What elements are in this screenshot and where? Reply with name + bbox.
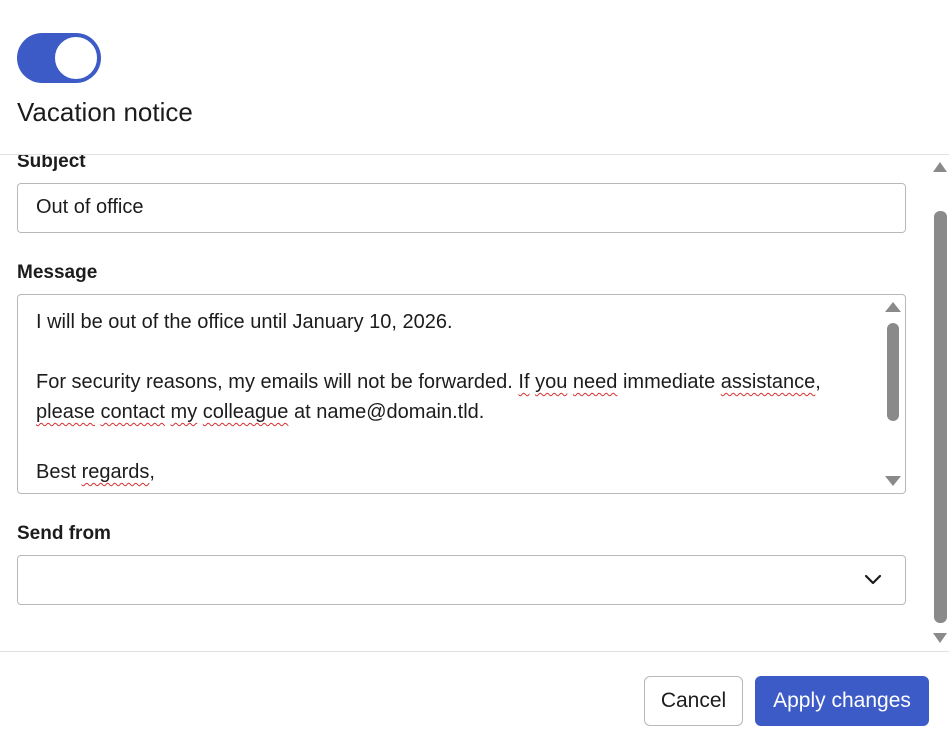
- dialog-title: Vacation notice: [17, 97, 193, 127]
- dialog-header: Vacation notice: [0, 0, 949, 154]
- scroll-down-arrow-icon[interactable]: [885, 476, 901, 486]
- form-scroll-area: Subject Out of office Message I will be …: [0, 155, 932, 651]
- chevron-down-icon: [864, 574, 882, 585]
- footer-divider: [0, 651, 949, 652]
- form-scrollbar[interactable]: [932, 155, 949, 651]
- message-line: [36, 337, 871, 367]
- toggle-knob: [53, 35, 99, 81]
- message-line: [36, 427, 871, 457]
- scroll-down-arrow-icon[interactable]: [933, 633, 947, 643]
- vacation-toggle[interactable]: [17, 33, 101, 83]
- scroll-up-arrow-icon[interactable]: [933, 162, 947, 172]
- message-line: I will be out of the office until Januar…: [36, 311, 453, 333]
- scrollbar-thumb[interactable]: [934, 211, 947, 623]
- send-from-label: Send from: [17, 523, 111, 544]
- scroll-up-arrow-icon[interactable]: [885, 302, 901, 312]
- send-from-select[interactable]: [17, 555, 906, 605]
- subject-label: Subject: [17, 155, 86, 172]
- message-textarea[interactable]: I will be out of the office until Januar…: [17, 294, 906, 494]
- message-line: please contact my colleague at name@doma…: [36, 401, 485, 423]
- message-line: For security reasons, my emails will not…: [36, 371, 821, 393]
- message-line: Best regards,: [36, 461, 155, 483]
- message-label: Message: [17, 262, 98, 283]
- subject-input[interactable]: Out of office: [17, 183, 906, 233]
- message-text: I will be out of the office until Januar…: [36, 307, 871, 487]
- message-scrollbar[interactable]: [881, 295, 905, 493]
- cancel-button[interactable]: Cancel: [644, 676, 743, 726]
- vacation-notice-dialog: Vacation notice Subject Out of office Me…: [0, 0, 949, 745]
- apply-changes-button[interactable]: Apply changes: [755, 676, 929, 726]
- scrollbar-thumb[interactable]: [887, 323, 899, 421]
